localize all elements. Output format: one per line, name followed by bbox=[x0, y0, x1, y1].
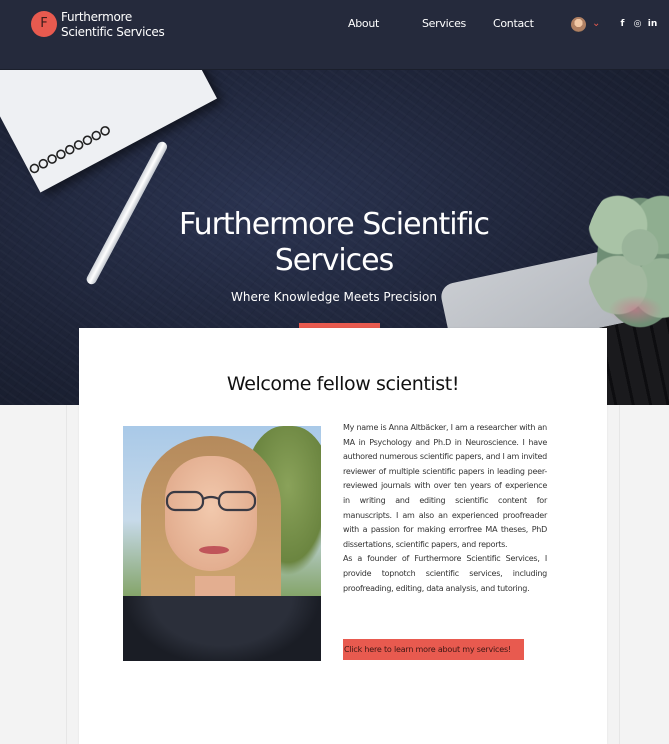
site-header: F Furthermore Scientific Services About … bbox=[0, 0, 669, 70]
nav-contact[interactable]: Contact bbox=[493, 17, 534, 30]
bio-text: My name is Anna Altbäcker, I am a resear… bbox=[343, 423, 547, 593]
learn-more-button[interactable]: Click here to learn more about my servic… bbox=[343, 639, 524, 660]
nav-about[interactable]: About bbox=[348, 17, 379, 30]
welcome-card: Welcome fellow scientist! My name is Ann… bbox=[79, 328, 607, 744]
logo[interactable]: F bbox=[31, 11, 57, 37]
hero-subtitle: Where Knowledge Meets Precision bbox=[231, 290, 437, 304]
instagram-icon[interactable]: ◎ bbox=[632, 18, 643, 30]
account-avatar[interactable] bbox=[571, 17, 586, 32]
chevron-down-icon[interactable]: ⌄ bbox=[592, 17, 600, 31]
page-edge-left bbox=[66, 405, 67, 744]
nav-services[interactable]: Services bbox=[422, 17, 466, 30]
portrait-photo bbox=[123, 426, 321, 661]
facebook-icon[interactable]: f bbox=[617, 18, 628, 30]
brand-name[interactable]: Furthermore Scientific Services bbox=[61, 10, 181, 40]
photo-glasses bbox=[165, 490, 257, 512]
photo-lips bbox=[199, 546, 229, 554]
hero-title: Furthermore Scientific Services bbox=[178, 207, 490, 278]
plant-accent bbox=[608, 295, 663, 325]
page-edge-right bbox=[619, 405, 620, 744]
welcome-heading: Welcome fellow scientist! bbox=[226, 373, 460, 395]
linkedin-icon[interactable]: in bbox=[647, 18, 658, 30]
photo-shirt bbox=[123, 596, 321, 661]
